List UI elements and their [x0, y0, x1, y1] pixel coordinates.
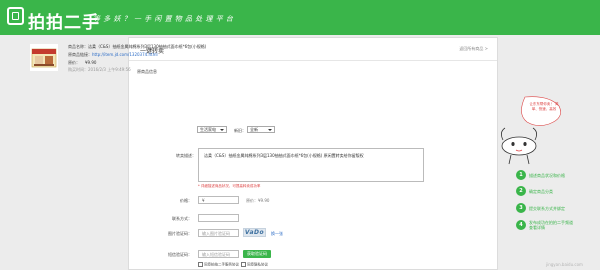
description-textarea[interactable]: 洁柔（C&S）抽纸金属纯棉系列3层130抽抽式面巾纸*6包(小规格) 原闲置转卖… — [198, 148, 424, 182]
step-number: 1 — [516, 170, 526, 180]
section-label-original: 原商品信息 — [137, 69, 157, 74]
step-number: 2 — [516, 186, 526, 196]
original-price-note: 原价：¥9.90 — [246, 198, 270, 203]
price-input[interactable]: ¥ — [198, 196, 239, 204]
contact-input[interactable] — [198, 214, 239, 222]
condition-label: 新旧： — [234, 128, 246, 133]
step-text: 提交联系方式并绑定 — [529, 206, 565, 211]
product-link-label: 原商品链接： — [68, 52, 92, 57]
step-number: 3 — [516, 203, 526, 213]
divider — [129, 60, 497, 61]
price-label: 价格： — [180, 198, 192, 203]
watermark: jingyan.baidu.com — [546, 262, 583, 267]
sms-code-label: 短信验证码： — [168, 252, 192, 257]
product-time: 2016/2/3 上午9:49:56 — [88, 67, 131, 72]
image-code-label: 图片验证码： — [168, 231, 192, 236]
agree-privacy-label: 同意隐私协议 — [247, 262, 268, 267]
image-code-input[interactable]: 输入图片验证码 — [198, 229, 239, 237]
product-link-row: 原商品链接：http://item.jd.com/1320374.html — [68, 52, 158, 58]
refresh-captcha-link[interactable]: 换一张 — [271, 231, 283, 237]
brand-title[interactable]: 拍拍二手 — [28, 8, 100, 33]
step-text: 发布成功在拍拍二手频道查看详情 — [529, 220, 573, 230]
product-name-row: 商品名称：洁柔（C&S）抽纸金属纯棉系列3层130抽抽式面巾纸*6包(小规格) — [68, 44, 206, 50]
logo-icon — [7, 7, 24, 25]
product-price-row: 原价： ¥9.90 — [68, 60, 96, 66]
description-label: 转卖描述： — [176, 153, 196, 158]
product-price: ¥9.90 — [85, 60, 97, 65]
product-time-row: 购买时间：2016/2/3 上午9:49:56 — [68, 67, 131, 73]
product-image — [30, 44, 58, 71]
condition-select[interactable]: 全新 — [247, 126, 275, 133]
step-text: 描述商品状况和价格 — [529, 173, 565, 178]
back-to-products-link[interactable]: 返回所有商品 > — [459, 46, 488, 52]
product-link[interactable]: http://item.jd.com/1320374.html — [92, 52, 158, 57]
agree-terms-checkbox[interactable]: 同意拍拍二手服务协议 — [198, 262, 239, 268]
condition-value: 全新 — [250, 127, 258, 132]
brand-slogan: 等 多 妖 ？ 一 手 闲 置 物 品 处 理 平 台 — [93, 15, 234, 23]
agree-privacy-checkbox[interactable]: 同意隐私协议 — [241, 262, 268, 268]
contact-label: 联系方式： — [172, 216, 192, 221]
checkbox-icon — [198, 262, 203, 267]
mascot-illustration: 让东东帮你卖！ 简单、快速、高效 — [497, 96, 567, 166]
sms-code-input[interactable]: 输入短信验证码 — [198, 250, 239, 258]
send-code-button[interactable]: 获取验证码 — [243, 250, 271, 258]
captcha-image[interactable]: VaDo — [243, 228, 266, 237]
description-hint: * 详细描述商品状况，可提高转卖成功率 — [198, 184, 261, 188]
top-header: 拍拍二手 等 多 妖 ？ 一 手 闲 置 物 品 处 理 平 台 — [0, 0, 600, 35]
agree-terms-label: 同意拍拍二手服务协议 — [204, 262, 239, 267]
product-name-label: 商品名称： — [68, 44, 88, 49]
chevron-down-icon — [268, 129, 272, 131]
product-name: 洁柔（C&S）抽纸金属纯棉系列3层130抽抽式面巾纸*6包(小规格) — [88, 44, 207, 49]
mascot-speech-bubble: 让东东帮你卖！ 简单、快速、高效 — [529, 102, 559, 111]
product-price-label: 原价： — [68, 60, 80, 65]
checkbox-icon — [241, 262, 246, 267]
step-text: 确定商品分类 — [529, 189, 553, 194]
step-number: 4 — [516, 220, 526, 230]
product-time-label: 购买时间： — [68, 67, 88, 72]
